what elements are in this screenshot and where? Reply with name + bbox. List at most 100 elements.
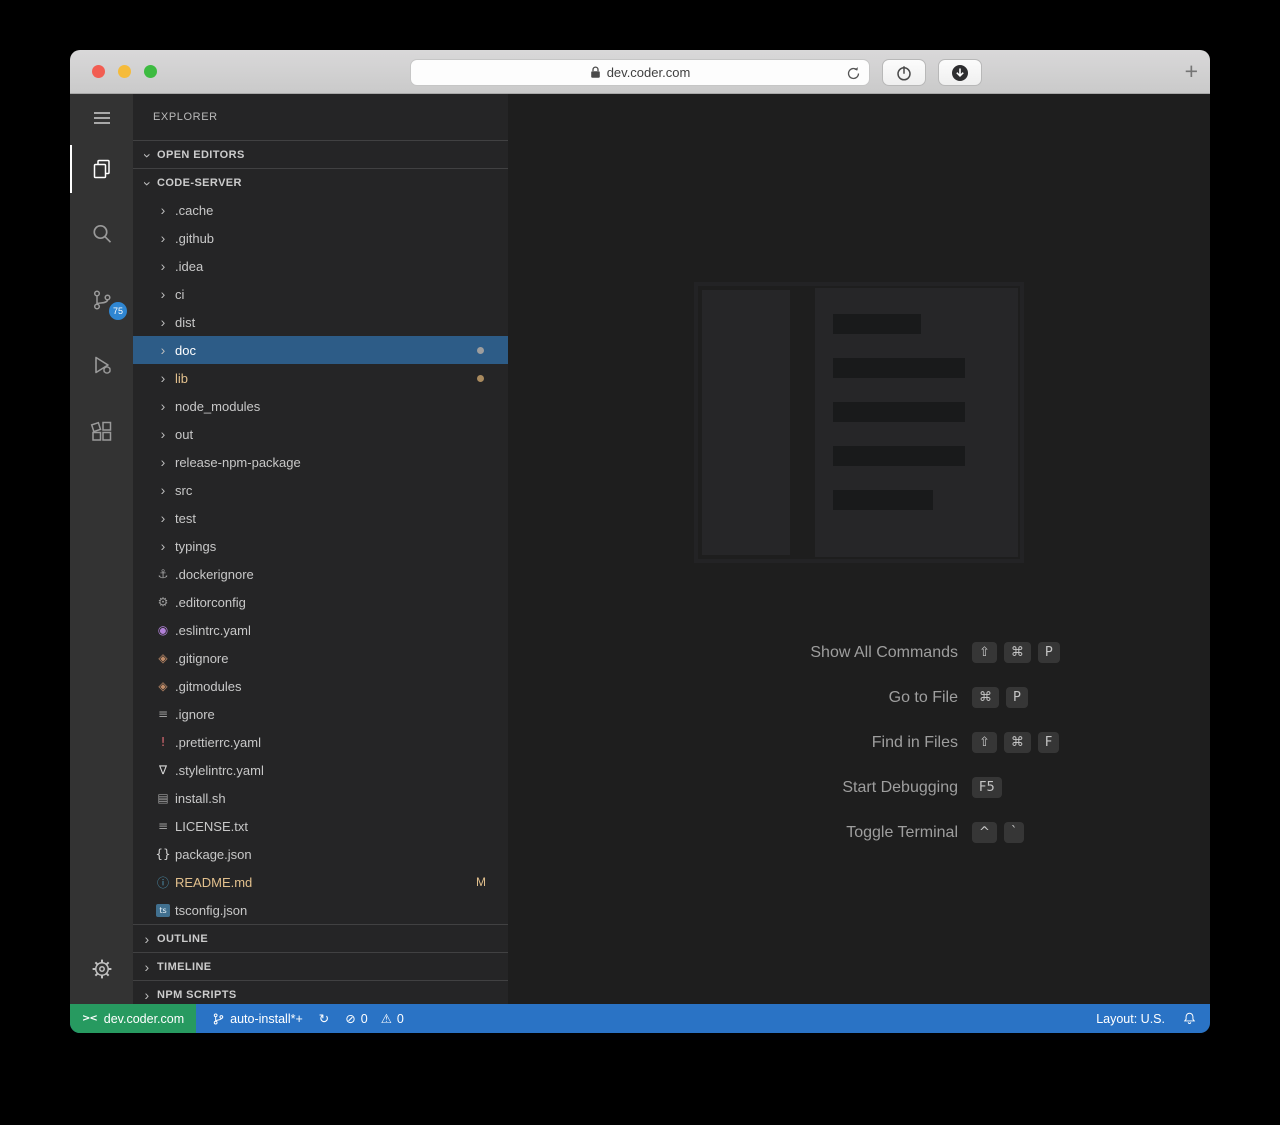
shortcut-label: Find in Files (871, 733, 958, 751)
file-tree: › .cache › .github › .idea › ci › dist › doc › lib › no… (133, 196, 508, 924)
tree-item-folder[interactable]: › .cache (133, 196, 508, 224)
shortcut-keys: ⇧ ⌘ P (972, 642, 1060, 663)
tree-item-file[interactable]: ◉ .eslintrc.yaml (133, 616, 508, 644)
chevron-right-icon: › (144, 958, 150, 975)
open-editors-section[interactable]: › OPEN EDITORS (133, 140, 508, 168)
scm-changes-badge: 75 (109, 302, 127, 320)
tree-item-label: out (175, 426, 194, 442)
downloads-button[interactable] (938, 59, 982, 86)
tree-item-file[interactable]: ⚙ .editorconfig (133, 588, 508, 616)
workspace-root-section[interactable]: › CODE-SERVER (133, 168, 508, 196)
tree-item-folder[interactable]: › .github (133, 224, 508, 252)
run-debug-tab[interactable] (70, 341, 133, 389)
sidebar-section-npm-scripts[interactable]: › NPM SCRIPTS (133, 980, 508, 1004)
tree-item-folder[interactable]: › test (133, 504, 508, 532)
tree-item-label: .prettierrc.yaml (175, 734, 261, 750)
modified-dot-icon (477, 375, 484, 382)
keycap: ^ (972, 822, 997, 843)
tree-item-folder[interactable]: › typings (133, 532, 508, 560)
remote-label: dev.coder.com (103, 1011, 185, 1026)
tree-item-label: ci (175, 286, 185, 302)
tree-item-file[interactable]: ◈ .gitignore (133, 644, 508, 672)
remote-indicator[interactable]: >< dev.coder.com (70, 1004, 197, 1033)
explorer-tab[interactable] (70, 145, 133, 193)
sidebar-section-timeline[interactable]: › TIMELINE (133, 952, 508, 980)
zoom-window-button[interactable] (144, 65, 157, 78)
reload-icon[interactable] (846, 66, 861, 81)
settings-button[interactable] (70, 945, 133, 993)
notifications-button[interactable] (1183, 1011, 1196, 1026)
tree-item-file[interactable]: ts tsconfig.json (133, 896, 508, 924)
tree-item-folder[interactable]: › src (133, 476, 508, 504)
shell-icon: ▤ (157, 791, 169, 805)
ts-icon: ts (156, 903, 170, 917)
tree-item-label: .ignore (175, 706, 215, 722)
keycap: P (1037, 642, 1060, 663)
keycap: ⇧ (972, 642, 997, 663)
tree-item-label: .dockerignore (175, 566, 254, 582)
tree-item-folder[interactable]: › dist (133, 308, 508, 336)
tree-item-file[interactable]: ≡ LICENSE.txt (133, 812, 508, 840)
warning-icon: ⚠ (380, 1011, 392, 1026)
new-tab-button[interactable]: + (1185, 60, 1198, 83)
download-circle-icon (950, 63, 970, 83)
chevron-right-icon: › (160, 426, 166, 442)
tree-item-file[interactable]: ◈ .gitmodules (133, 672, 508, 700)
ignore-icon: ≡ (157, 707, 169, 721)
tree-item-folder[interactable]: › .idea (133, 252, 508, 280)
chevron-right-icon: › (160, 230, 166, 246)
tree-item-file[interactable]: ∇ .stylelintrc.yaml (133, 756, 508, 784)
address-bar[interactable]: dev.coder.com (410, 59, 870, 86)
chevron-right-icon: › (160, 342, 166, 358)
keycap: P (1006, 687, 1028, 708)
tree-item-folder[interactable]: › out (133, 420, 508, 448)
keycap: ` (1003, 822, 1025, 843)
menu-button[interactable] (70, 94, 133, 142)
tree-item-folder[interactable]: › doc (133, 336, 508, 364)
tree-item-file[interactable]: ⓘ README.md M (133, 868, 508, 896)
tree-item-label: src (175, 482, 193, 498)
chevron-right-icon: › (160, 202, 166, 218)
tree-item-label: .stylelintrc.yaml (175, 762, 264, 778)
tree-item-folder[interactable]: › release-npm-package (133, 448, 508, 476)
warning-count: 0 (396, 1011, 404, 1026)
branch-indicator[interactable]: auto-install*+ (212, 1011, 303, 1027)
browser-titlebar: dev.coder.com + (70, 50, 1210, 94)
tree-item-folder[interactable]: › node_modules (133, 392, 508, 420)
tree-item-folder[interactable]: › lib (133, 364, 508, 392)
run-debug-icon (89, 352, 115, 378)
tree-item-file[interactable]: ▤ install.sh (133, 784, 508, 812)
shortcut-keys: ⇧ ⌘ F (972, 732, 1060, 753)
keyboard-layout-indicator[interactable]: Layout: U.S. (1096, 1012, 1165, 1026)
tree-item-file[interactable]: ⚓ .dockerignore (133, 560, 508, 588)
extensions-tab[interactable] (70, 408, 133, 456)
tree-item-file[interactable]: ! .prettierrc.yaml (133, 728, 508, 756)
chevron-down-icon: › (139, 152, 156, 158)
close-window-button[interactable] (92, 65, 105, 78)
chevron-right-icon: › (160, 538, 166, 554)
gear-icon (89, 956, 115, 982)
tree-item-folder[interactable]: › ci (133, 280, 508, 308)
remote-icon: >< (82, 1013, 98, 1024)
content-blocker-button[interactable] (882, 59, 926, 86)
chevron-right-icon: › (160, 314, 166, 330)
shortcut-keys: ⌘ P (972, 687, 1028, 708)
shortcut-label: Toggle Terminal (846, 823, 958, 841)
json-icon: {} (155, 847, 171, 861)
source-control-tab[interactable]: 75 (70, 276, 133, 324)
window-controls (92, 65, 157, 78)
tree-item-file[interactable]: {} package.json (133, 840, 508, 868)
shortcut-list: Show All Commands ⇧ ⌘ P Go to File ⌘ P Find in … (508, 630, 1210, 855)
sidebar-section-outline[interactable]: › OUTLINE (133, 924, 508, 952)
chevron-right-icon: › (160, 454, 166, 470)
tree-item-file[interactable]: ≡ .ignore (133, 700, 508, 728)
search-tab[interactable] (70, 210, 133, 258)
minimize-window-button[interactable] (118, 65, 131, 78)
sync-button[interactable]: ↻ (319, 1011, 329, 1026)
info-icon: ⓘ (156, 875, 169, 890)
tree-item-label: .gitmodules (175, 678, 242, 694)
tree-item-label: README.md (175, 874, 253, 890)
problems-indicator[interactable]: ⊘ 0 ⚠ 0 (345, 1011, 404, 1026)
sidebar-bottom-sections: › OUTLINE › TIMELINE › NPM SCRIPTS (133, 924, 508, 1004)
tree-item-label: lib (175, 370, 189, 386)
